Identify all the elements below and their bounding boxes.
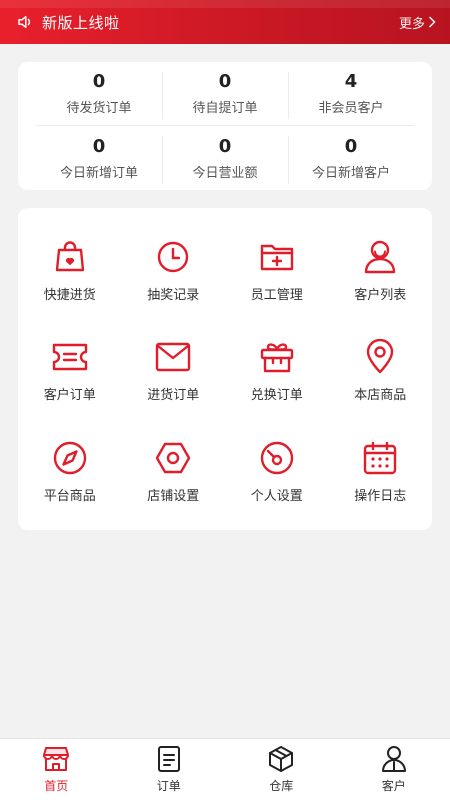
stat-pending-shipment[interactable]: 0 待发货订单 [36, 62, 162, 125]
more-label: 更多 [398, 16, 425, 32]
stats-card: 0 待发货订单 0 待自提订单 4 非会员客户 0 今日新增订单 0 今日营业额… [18, 62, 432, 190]
stats-row: 0 待发货订单 0 待自提订单 4 非会员客户 [36, 62, 414, 126]
stat-today-new-orders[interactable]: 0 今日新增订单 [36, 126, 162, 190]
tab-home[interactable]: 首页 [0, 739, 113, 800]
menu-staff-management[interactable]: 员工管理 [225, 220, 329, 321]
stat-value: 0 [218, 135, 232, 157]
stat-value: 0 [92, 135, 106, 157]
tab-orders[interactable]: 订单 [113, 739, 226, 800]
speaker-icon [16, 12, 36, 32]
menu-label: 个人设置 [250, 489, 303, 505]
gift-icon [258, 338, 296, 376]
calendar-icon [361, 439, 399, 477]
tab-warehouse[interactable]: 仓库 [225, 739, 338, 800]
announcement-banner[interactable]: 新版上线啦 更多 [0, 0, 450, 44]
box-icon [267, 745, 295, 773]
stats-row: 0 今日新增订单 0 今日营业额 0 今日新增客户 [36, 126, 414, 190]
bottom-tab-bar: 首页 订单 仓库 客户 [0, 738, 450, 800]
menu-label: 抽奖记录 [147, 287, 200, 303]
stat-pending-pickup[interactable]: 0 待自提订单 [162, 62, 288, 125]
menu-label: 客户列表 [354, 287, 407, 303]
user-icon [361, 238, 399, 276]
menu-operation-log[interactable]: 操作日志 [329, 421, 433, 522]
menu-quick-purchase[interactable]: 快捷进货 [18, 220, 122, 321]
tab-label: 订单 [156, 779, 181, 793]
menu-exchange-orders[interactable]: 兑换订单 [225, 321, 329, 422]
tab-customers[interactable]: 客户 [338, 739, 450, 800]
menu-customer-orders[interactable]: 客户订单 [18, 321, 122, 422]
clock-icon [154, 238, 192, 276]
menu-lottery-records[interactable]: 抽奖记录 [122, 220, 226, 321]
tab-label: 仓库 [269, 779, 294, 793]
hexagon-nut-icon [154, 439, 192, 477]
menu-label: 店铺设置 [147, 489, 200, 505]
stat-value: 4 [344, 71, 358, 92]
stat-value: 0 [218, 71, 232, 92]
more-link[interactable]: 更多 [399, 13, 436, 32]
menu-customer-list[interactable]: 客户列表 [329, 220, 433, 321]
chevron-right-icon [428, 16, 436, 28]
menu-label: 平台商品 [43, 489, 96, 505]
tab-label: 首页 [44, 779, 69, 793]
function-grid: 快捷进货 抽奖记录 员工管理 客户列表 客户订单 进货订单 兑换订单 本店商品 … [18, 208, 432, 530]
menu-label: 兑换订单 [250, 388, 303, 404]
menu-purchase-orders[interactable]: 进货订单 [122, 321, 226, 422]
document-icon [155, 745, 183, 773]
stat-label: 非会员客户 [318, 101, 384, 116]
banner-title: 新版上线啦 [42, 13, 120, 32]
stat-today-new-customers[interactable]: 0 今日新增客户 [288, 126, 414, 190]
menu-personal-settings[interactable]: 个人设置 [225, 421, 329, 522]
menu-label: 客户订单 [43, 388, 96, 404]
stat-value: 0 [92, 71, 106, 92]
tab-label: 客户 [381, 779, 406, 793]
stat-label: 待发货订单 [66, 101, 132, 116]
menu-label: 进货订单 [147, 388, 200, 404]
ticket-icon [51, 338, 89, 376]
stat-label: 今日新增订单 [59, 165, 138, 181]
menu-label: 操作日志 [354, 489, 407, 505]
menu-shop-settings[interactable]: 店铺设置 [122, 421, 226, 522]
menu-label: 员工管理 [250, 287, 303, 303]
stat-non-member-customers[interactable]: 4 非会员客户 [288, 62, 414, 125]
stat-label: 今日新增客户 [311, 165, 390, 181]
stat-label: 待自提订单 [192, 101, 258, 116]
stat-today-revenue[interactable]: 0 今日营业额 [162, 126, 288, 190]
menu-label: 本店商品 [354, 388, 407, 404]
menu-store-products[interactable]: 本店商品 [329, 321, 433, 422]
gauge-icon [258, 439, 296, 477]
store-icon [42, 745, 70, 773]
menu-label: 快捷进货 [43, 287, 96, 303]
shopping-bag-icon [51, 238, 89, 276]
mail-icon [154, 338, 192, 376]
compass-icon [51, 439, 89, 477]
menu-platform-products[interactable]: 平台商品 [18, 421, 122, 522]
location-pin-icon [361, 338, 399, 376]
person-icon [380, 745, 408, 773]
stat-value: 0 [344, 135, 358, 157]
folder-plus-icon [258, 238, 296, 276]
stat-label: 今日营业额 [192, 165, 258, 181]
